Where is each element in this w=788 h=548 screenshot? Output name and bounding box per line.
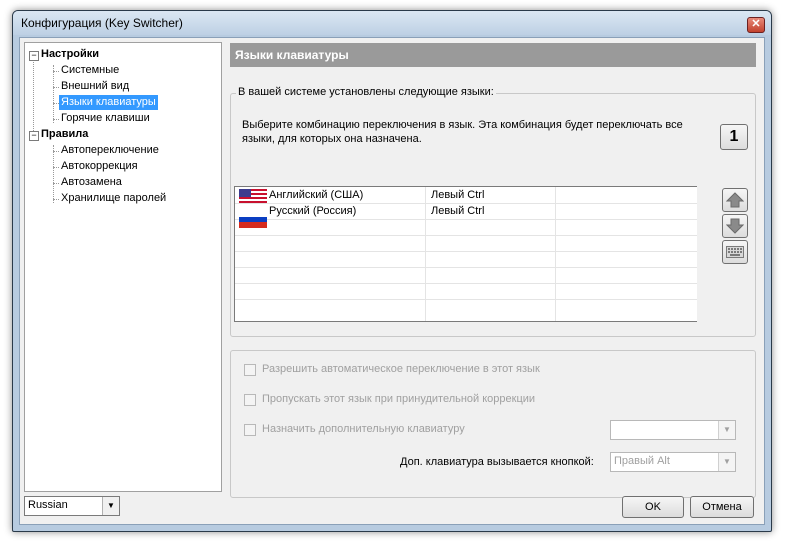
settings-tree: − Настройки Системные Внешний вид Языки … [24, 42, 222, 492]
collapse-icon[interactable]: − [29, 131, 39, 141]
tree-item-system[interactable]: Системные [61, 63, 119, 78]
chevron-down-icon[interactable]: ▼ [718, 421, 735, 439]
ru-flag-icon [239, 212, 267, 228]
keyboard-icon [726, 246, 744, 258]
chevron-down-icon[interactable]: ▼ [102, 497, 119, 515]
combo-number-button[interactable]: 1 [720, 124, 748, 150]
languages-grid[interactable]: Английский (США) Левый Ctrl Русский (Рос… [234, 186, 697, 322]
language-hotkey: Левый Ctrl [431, 205, 485, 217]
assign-extra-keyboard-checkbox[interactable] [244, 424, 256, 436]
tree-item-hotkeys[interactable]: Горячие клавиши [61, 111, 150, 126]
panel-header: Языки клавиатуры [230, 43, 756, 67]
assign-extra-keyboard-label: Назначить дополнительную клавиатуру [262, 423, 465, 435]
window-title: Конфигурация (Key Switcher) [21, 16, 183, 30]
tree-item-password-storage[interactable]: Хранилище паролей [61, 191, 166, 206]
panel-title: Языки клавиатуры [235, 48, 349, 62]
ui-language-value: Russian [28, 499, 68, 511]
tree-group-settings[interactable]: Настройки [41, 47, 99, 62]
move-down-button[interactable] [722, 214, 748, 238]
config-window: Конфигурация (Key Switcher) ✕ − Настройк… [12, 10, 772, 532]
language-name: Английский (США) [269, 189, 364, 201]
tree-item-keyboard-languages[interactable]: Языки клавиатуры [59, 95, 158, 110]
tree-group-rules[interactable]: Правила [41, 127, 88, 142]
tree-item-autocorrect[interactable]: Автокоррекция [61, 159, 138, 174]
combo-description: Выберите комбинацию переключения в язык.… [242, 119, 683, 145]
arrow-down-icon [725, 218, 745, 234]
cancel-button[interactable]: Отмена [690, 496, 754, 518]
keyboard-button[interactable] [722, 240, 748, 264]
client-area: − Настройки Системные Внешний вид Языки … [19, 37, 765, 525]
languages-group-label: В вашей системе установлены следующие яз… [236, 86, 496, 98]
ok-button[interactable]: OK [622, 496, 684, 518]
close-button[interactable]: ✕ [747, 17, 765, 33]
ui-language-select[interactable]: Russian ▼ [24, 496, 120, 516]
tree-item-autoswitch[interactable]: Автопереключение [61, 143, 159, 158]
table-row[interactable]: Русский (Россия) Левый Ctrl [235, 204, 697, 228]
extra-keyboard-hotkey-select[interactable]: Правый Alt ▼ [610, 452, 736, 472]
hotkey-label: Доп. клавиатура вызывается кнопкой: [400, 456, 594, 468]
collapse-icon[interactable]: − [29, 51, 39, 61]
skip-forced-correction-checkbox[interactable] [244, 394, 256, 406]
table-row[interactable]: Английский (США) Левый Ctrl [235, 188, 697, 203]
close-icon: ✕ [751, 18, 761, 30]
title-bar[interactable]: Конфигурация (Key Switcher) ✕ [13, 11, 771, 35]
skip-forced-correction-label: Пропускать этот язык при принудительной … [262, 393, 536, 405]
language-name: Русский (Россия) [269, 205, 357, 217]
arrow-up-icon [725, 192, 745, 208]
tree-item-appearance[interactable]: Внешний вид [61, 79, 129, 94]
move-up-button[interactable] [722, 188, 748, 212]
chevron-down-icon[interactable]: ▼ [718, 453, 735, 471]
language-hotkey: Левый Ctrl [431, 189, 485, 201]
allow-auto-switch-label: Разрешить автоматическое переключение в … [262, 363, 540, 375]
extra-keyboard-hotkey-value: Правый Alt [614, 455, 670, 467]
us-flag-icon [239, 189, 267, 203]
tree-item-autoreplace[interactable]: Автозамена [61, 175, 122, 190]
extra-keyboard-select[interactable]: ▼ [610, 420, 736, 440]
allow-auto-switch-checkbox[interactable] [244, 364, 256, 376]
